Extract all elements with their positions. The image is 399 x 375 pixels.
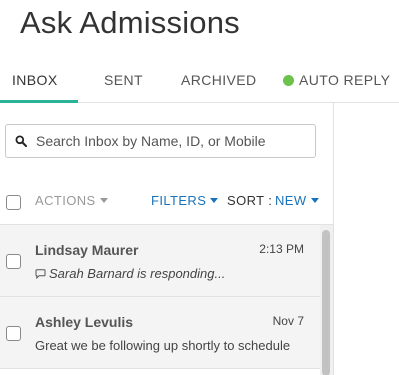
row-checkbox[interactable] <box>6 326 21 341</box>
message-time: Nov 7 <box>272 314 304 328</box>
contact-name: Ashley Levulis <box>35 314 134 330</box>
tab-auto-reply-label: AUTO REPLY <box>299 72 391 88</box>
search-icon <box>15 135 27 147</box>
message-preview: Great we be following up shortly to sche… <box>35 338 291 353</box>
caret-down-icon <box>99 198 108 203</box>
sort-label: SORT : <box>227 193 273 208</box>
tab-bar: INBOX SENT ARCHIVED AUTO REPLY <box>0 62 399 103</box>
message-preview: Sarah Barnard is responding... <box>35 266 305 281</box>
actions-label: ACTIONS <box>35 193 96 208</box>
search-box <box>5 124 316 158</box>
inbox-panel: ACTIONS FILTERS SORT : NEW Lindsay Maure… <box>0 103 334 375</box>
tab-sent[interactable]: SENT <box>104 72 143 88</box>
sort-value: NEW <box>275 193 307 208</box>
ask-admissions-page: Ask Admissions INBOX SENT ARCHIVED AUTO … <box>0 0 399 375</box>
page-title: Ask Admissions <box>20 5 240 40</box>
list-item[interactable]: Ashley Levulis Nov 7 Great we be followi… <box>0 297 320 369</box>
message-list: Lindsay Maurer 2:13 PM Sarah Barnard is … <box>0 224 333 375</box>
filters-dropdown[interactable]: FILTERS <box>151 193 219 208</box>
filters-label: FILTERS <box>151 193 207 208</box>
tab-archived[interactable]: ARCHIVED <box>181 72 257 88</box>
actions-dropdown[interactable]: ACTIONS <box>35 193 108 208</box>
list-item[interactable]: Lindsay Maurer 2:13 PM Sarah Barnard is … <box>0 225 320 297</box>
row-checkbox[interactable] <box>6 254 21 269</box>
message-time: 2:13 PM <box>259 242 304 256</box>
status-dot-icon <box>283 74 294 86</box>
select-all-checkbox[interactable] <box>6 195 21 210</box>
caret-down-icon <box>210 198 219 203</box>
message-preview-text: Sarah Barnard is responding... <box>49 266 226 281</box>
sort-dropdown[interactable]: NEW <box>275 193 319 208</box>
chat-bubble-icon <box>35 268 46 279</box>
tab-auto-reply[interactable]: AUTO REPLY <box>283 72 390 88</box>
caret-down-icon <box>310 198 319 203</box>
tab-inbox[interactable]: INBOX <box>12 72 58 88</box>
list-toolbar: ACTIONS FILTERS SORT : NEW <box>0 192 333 214</box>
contact-name: Lindsay Maurer <box>35 242 139 258</box>
search-input[interactable] <box>36 133 296 149</box>
scrollbar-thumb[interactable] <box>322 230 330 375</box>
